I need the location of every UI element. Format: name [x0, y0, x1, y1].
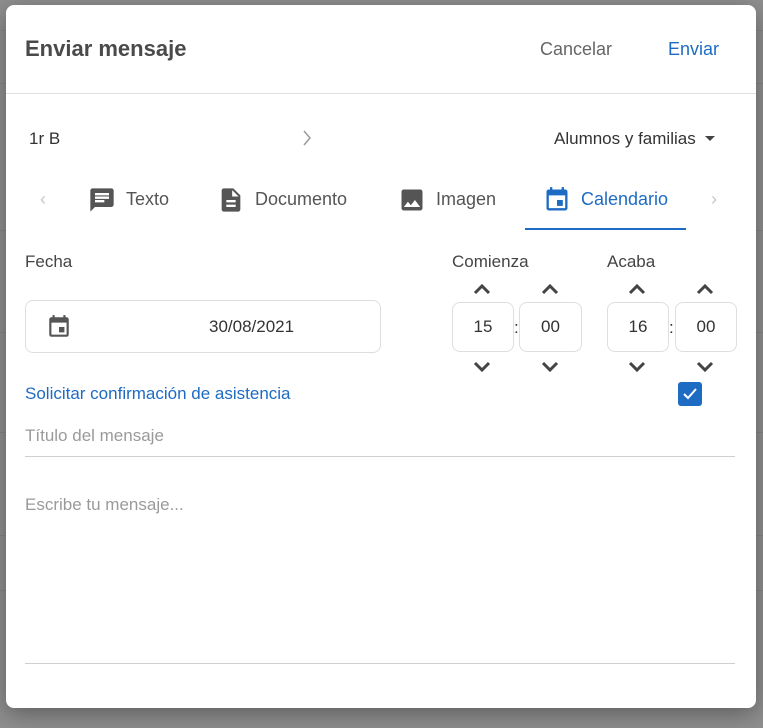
cancel-button[interactable]: Cancelar	[540, 39, 612, 60]
calendar-icon	[49, 315, 69, 337]
dialog-title: Enviar mensaje	[25, 36, 187, 61]
recipient-group[interactable]: 1r B	[29, 129, 60, 149]
chevron-right-icon[interactable]	[299, 129, 315, 147]
tab-imagen[interactable]: Imagen	[398, 171, 496, 228]
start-label: Comienza	[452, 252, 529, 271]
time-separator: :	[669, 318, 674, 337]
end-minute-field[interactable]: 00	[675, 302, 737, 352]
start-hour-field[interactable]: 15	[452, 302, 514, 352]
checkmark-icon	[683, 388, 697, 400]
tabs-scroll-left-icon[interactable]: ‹	[40, 189, 46, 210]
message-title-input[interactable]	[25, 416, 735, 457]
end-hour-up-icon[interactable]	[628, 283, 646, 295]
tab-texto[interactable]: Texto	[88, 171, 169, 228]
end-hour-down-icon[interactable]	[628, 361, 646, 373]
end-minute-down-icon[interactable]	[696, 361, 714, 373]
message-type-tabs: ‹ Texto Documento Imagen Calendario ›	[6, 171, 756, 230]
end-label: Acaba	[607, 252, 656, 271]
send-button[interactable]: Enviar	[668, 39, 719, 60]
start-hour-down-icon[interactable]	[473, 361, 491, 373]
attendance-confirmation-checkbox[interactable]	[678, 382, 702, 406]
audience-label: Alumnos y familias	[554, 129, 696, 148]
attendance-confirmation-label: Solicitar confirmación de asistencia	[25, 384, 291, 403]
date-picker[interactable]: 30/08/2021	[25, 300, 381, 353]
end-minute-up-icon[interactable]	[696, 283, 714, 295]
tab-label: Texto	[126, 189, 170, 209]
tab-calendario[interactable]: Calendario	[525, 171, 687, 230]
start-minute-up-icon[interactable]	[541, 283, 559, 295]
tab-label: Documento	[255, 189, 348, 209]
tab-documento[interactable]: Documento	[217, 171, 347, 228]
date-value: 30/08/2021	[209, 317, 295, 336]
calendar-icon	[546, 186, 568, 210]
image-icon	[401, 189, 423, 210]
tab-label: Imagen	[436, 189, 497, 209]
dialog-header: Enviar mensaje Cancelar Enviar	[6, 5, 756, 94]
date-label: Fecha	[25, 252, 73, 271]
start-minute-down-icon[interactable]	[541, 361, 559, 373]
tab-label: Calendario	[581, 189, 669, 209]
start-hour-up-icon[interactable]	[473, 283, 491, 295]
start-minute-field[interactable]: 00	[519, 302, 582, 352]
tabs-scroll-right-icon[interactable]: ›	[711, 189, 717, 210]
document-icon	[221, 187, 241, 212]
end-hour-field[interactable]: 16	[607, 302, 669, 352]
send-message-dialog: Enviar mensaje Cancelar Enviar 1r B Alum…	[6, 5, 756, 708]
message-body-input[interactable]	[25, 487, 735, 664]
caret-down-icon	[704, 136, 715, 141]
audience-dropdown[interactable]: Alumnos y familias	[554, 129, 716, 149]
message-icon	[90, 187, 114, 212]
